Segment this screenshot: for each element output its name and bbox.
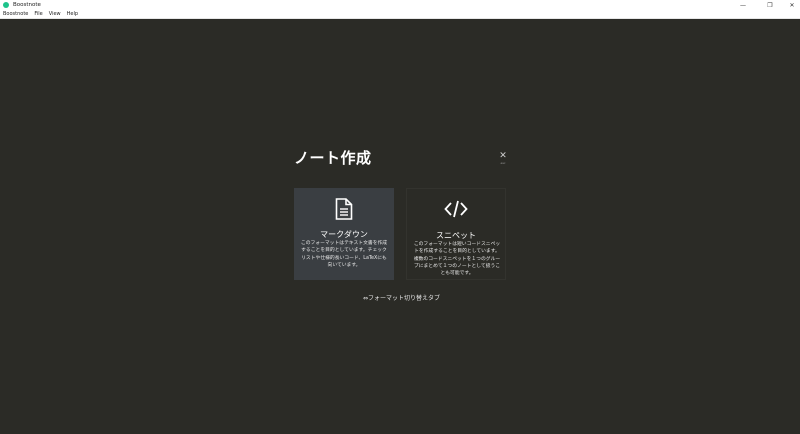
title-bar: Boostnote — ❐ ✕ [0, 0, 800, 10]
menu-file[interactable]: File [34, 11, 42, 17]
new-note-modal: ノート作成 ✕ esc マークダウン このフォーマットはテキスト文書を作成するこ… [294, 145, 509, 315]
snippet-card-description: このフォーマットは短いコードスニペットを作成することを目的としています。複数のコ… [413, 242, 501, 277]
app-logo-icon [3, 2, 9, 8]
close-esc-label: esc [500, 161, 506, 165]
minimize-button[interactable]: — [735, 0, 751, 10]
file-text-icon [294, 198, 394, 220]
code-icon [407, 199, 505, 221]
window-title: Boostnote [13, 2, 41, 8]
menu-boostnote[interactable]: Boostnote [3, 11, 28, 17]
markdown-card-title: マークダウン [320, 230, 368, 239]
snippet-card-title: スニペット [436, 231, 476, 240]
format-switch-hint: ⇔フォーマット切り替えタブ [362, 295, 441, 302]
menu-bar: Boostnote File View Help [0, 10, 800, 19]
close-window-button[interactable]: ✕ [784, 0, 800, 10]
markdown-card-description: このフォーマットはテキスト文書を作成することを目的としています。チェックリストや… [300, 241, 388, 268]
menu-help[interactable]: Help [67, 11, 78, 17]
close-icon: ✕ [499, 151, 507, 161]
modal-close-button[interactable]: ✕ esc [498, 152, 508, 166]
markdown-note-card[interactable]: マークダウン このフォーマットはテキスト文書を作成することを目的としています。チ… [294, 188, 394, 280]
maximize-button[interactable]: ❐ [762, 0, 778, 10]
snippet-note-card[interactable]: スニペット このフォーマットは短いコードスニペットを作成することを目的としていま… [406, 188, 506, 280]
menu-view[interactable]: View [49, 11, 61, 17]
modal-title: ノート作成 [294, 149, 372, 167]
